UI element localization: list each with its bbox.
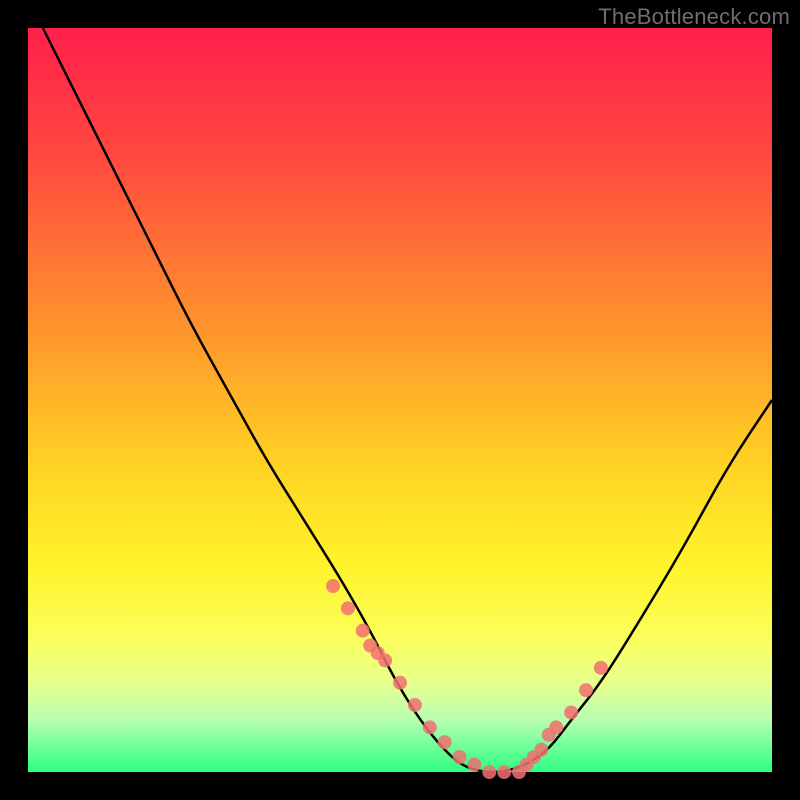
sample-marker [378, 653, 392, 667]
sample-marker [534, 743, 548, 757]
sample-marker [564, 705, 578, 719]
sample-marker [467, 758, 481, 772]
sample-marker [579, 683, 593, 697]
sample-marker [497, 765, 511, 779]
sample-marker [393, 676, 407, 690]
sample-marker [326, 579, 340, 593]
watermark-text: TheBottleneck.com [598, 4, 790, 30]
sample-marker [438, 735, 452, 749]
curve-series [43, 28, 772, 772]
bottleneck-curve-path [43, 28, 772, 772]
sample-marker [594, 661, 608, 675]
sample-marker [341, 601, 355, 615]
chart-svg [28, 28, 772, 772]
sample-marker [482, 765, 496, 779]
sample-marker [408, 698, 422, 712]
sample-marker [453, 750, 467, 764]
chart-plot-area [28, 28, 772, 772]
sample-marker [549, 720, 563, 734]
sample-marker [356, 624, 370, 638]
marker-series [326, 579, 608, 779]
sample-marker [423, 720, 437, 734]
